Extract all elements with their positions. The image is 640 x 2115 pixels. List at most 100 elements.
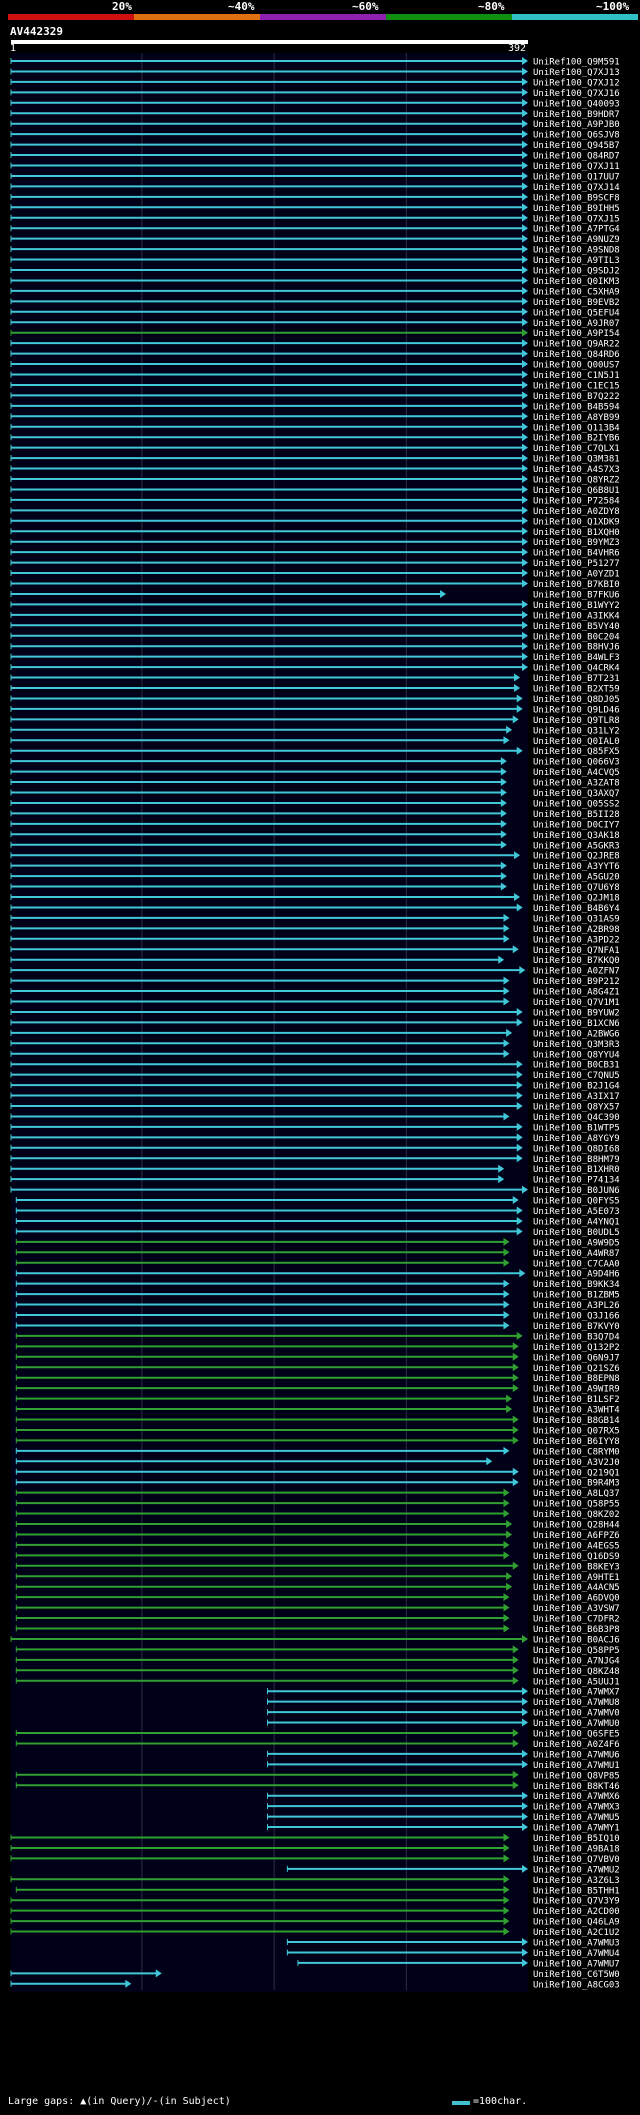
hit-label[interactable]: UniRef100_Q58PP5: [533, 1646, 620, 1656]
hit-label[interactable]: UniRef100_Q58P55: [533, 1500, 620, 1510]
hit-label[interactable]: UniRef100_A7WMU5: [533, 1813, 620, 1823]
hit-label[interactable]: UniRef100_B8KEY3: [533, 1562, 620, 1572]
hit-label[interactable]: UniRef100_C7CAA0: [533, 1259, 620, 1269]
hit-label[interactable]: UniRef100_Q8VP85: [533, 1771, 620, 1781]
hit-label[interactable]: UniRef100_Q17UU7: [533, 172, 620, 182]
hit-label[interactable]: UniRef100_B1ZBM5: [533, 1291, 620, 1301]
hit-label[interactable]: UniRef100_Q8YYU4: [533, 1050, 620, 1060]
hit-label[interactable]: UniRef100_A3ZAT8: [533, 779, 620, 789]
hit-label[interactable]: UniRef100_B9SCF8: [533, 193, 620, 203]
hit-label[interactable]: UniRef100_Q8DJ05: [533, 695, 620, 705]
hit-label[interactable]: UniRef100_Q113B4: [533, 423, 620, 433]
hit-label[interactable]: UniRef100_Q8YX57: [533, 1103, 620, 1113]
hit-label[interactable]: UniRef100_Q3M3R3: [533, 1040, 620, 1050]
hit-label[interactable]: UniRef100_A7WMU0: [533, 1719, 620, 1729]
hit-label[interactable]: UniRef100_A9PI54: [533, 329, 620, 339]
hit-label[interactable]: UniRef100_Q7XJ11: [533, 162, 620, 172]
hit-label[interactable]: UniRef100_B7T231: [533, 674, 620, 684]
hit-label[interactable]: UniRef100_A4YNQ1: [533, 1217, 620, 1227]
hit-label[interactable]: UniRef100_C7QNU5: [533, 1071, 620, 1081]
hit-label[interactable]: UniRef100_Q46LA9: [533, 1918, 620, 1928]
hit-label[interactable]: UniRef100_C5XHA9: [533, 287, 620, 297]
hit-label[interactable]: UniRef100_Q05SS2: [533, 799, 620, 809]
hit-label[interactable]: UniRef100_Q1XDK9: [533, 517, 620, 527]
hit-label[interactable]: UniRef100_A4EGS5: [533, 1541, 620, 1551]
hit-label[interactable]: UniRef100_A2C1U2: [533, 1928, 620, 1938]
hit-label[interactable]: UniRef100_A9BA18: [533, 1844, 620, 1854]
hit-label[interactable]: UniRef100_A7WMV0: [533, 1709, 620, 1719]
hit-label[interactable]: UniRef100_B7KKQ0: [533, 956, 620, 966]
hit-label[interactable]: UniRef100_Q4CRK4: [533, 664, 620, 674]
hit-label[interactable]: UniRef100_A5E073: [533, 1207, 620, 1217]
hit-label[interactable]: UniRef100_B7KVY0: [533, 1322, 620, 1332]
hit-label[interactable]: UniRef100_A5GU20: [533, 873, 620, 883]
hit-label[interactable]: UniRef100_Q7XJ16: [533, 89, 620, 99]
hit-label[interactable]: UniRef100_B8KT46: [533, 1782, 620, 1792]
hit-label[interactable]: UniRef100_Q219Q1: [533, 1468, 620, 1478]
hit-label[interactable]: UniRef100_Q16DS9: [533, 1552, 620, 1562]
hit-label[interactable]: UniRef100_C8RYM0: [533, 1447, 620, 1457]
hit-label[interactable]: UniRef100_Q9SDJ2: [533, 267, 620, 277]
hit-label[interactable]: UniRef100_C1EC15: [533, 381, 620, 391]
hit-label[interactable]: UniRef100_A9NUZ9: [533, 235, 620, 245]
hit-label[interactable]: UniRef100_Q9AR22: [533, 340, 620, 350]
hit-label[interactable]: UniRef100_A7WMU3: [533, 1939, 620, 1949]
hit-label[interactable]: UniRef100_A6DVQ0: [533, 1594, 620, 1604]
hit-label[interactable]: UniRef100_Q31AS9: [533, 914, 620, 924]
hit-label[interactable]: UniRef100_Q7XJ12: [533, 78, 620, 88]
hit-label[interactable]: UniRef100_B8HVJ6: [533, 643, 620, 653]
hit-label[interactable]: UniRef100_Q40093: [533, 99, 620, 109]
hit-label[interactable]: UniRef100_B1WYY2: [533, 601, 620, 611]
hit-label[interactable]: UniRef100_C6T5W0: [533, 1970, 620, 1980]
hit-label[interactable]: UniRef100_Q8KZ02: [533, 1510, 620, 1520]
hit-label[interactable]: UniRef100_A3PL26: [533, 1301, 620, 1311]
hit-label[interactable]: UniRef100_Q7U6Y8: [533, 883, 620, 893]
hit-label[interactable]: UniRef100_B4WLF3: [533, 653, 620, 663]
hit-label[interactable]: UniRef100_Q6N9J7: [533, 1353, 620, 1363]
hit-label[interactable]: UniRef100_A9W9D5: [533, 1238, 620, 1248]
hit-label[interactable]: UniRef100_Q7XJ13: [533, 68, 620, 78]
hit-label[interactable]: UniRef100_A7WMU1: [533, 1761, 620, 1771]
hit-label[interactable]: UniRef100_A7PTG4: [533, 225, 620, 235]
hit-label[interactable]: UniRef100_B1WTP5: [533, 1123, 620, 1133]
hit-label[interactable]: UniRef100_B1XQH0: [533, 528, 620, 538]
hit-label[interactable]: UniRef100_B5IQ10: [533, 1834, 620, 1844]
hit-label[interactable]: UniRef100_A7WMX3: [533, 1803, 620, 1813]
hit-label[interactable]: UniRef100_A9PJB0: [533, 120, 620, 130]
hit-label[interactable]: UniRef100_B0C204: [533, 632, 620, 642]
hit-label[interactable]: UniRef100_A7WMX6: [533, 1792, 620, 1802]
hit-label[interactable]: UniRef100_Q0IKM3: [533, 277, 620, 287]
hit-label[interactable]: UniRef100_B9KK34: [533, 1280, 620, 1290]
hit-label[interactable]: UniRef100_Q8YRZ2: [533, 476, 620, 486]
hit-label[interactable]: UniRef100_B9HDR7: [533, 110, 620, 120]
hit-label[interactable]: UniRef100_B3Q7D4: [533, 1332, 620, 1342]
hit-label[interactable]: UniRef100_A3YYT6: [533, 862, 620, 872]
hit-label[interactable]: UniRef100_B6B3P8: [533, 1625, 620, 1635]
hit-label[interactable]: UniRef100_C7QLX1: [533, 444, 620, 454]
hit-label[interactable]: UniRef100_Q8KZ48: [533, 1667, 620, 1677]
hit-label[interactable]: UniRef100_A7NJG4: [533, 1656, 620, 1666]
hit-label[interactable]: UniRef100_Q00US7: [533, 361, 620, 371]
hit-label[interactable]: UniRef100_B7FKU6: [533, 590, 620, 600]
hit-label[interactable]: UniRef100_A7WMU8: [533, 1698, 620, 1708]
hit-label[interactable]: UniRef100_C7DFR2: [533, 1615, 620, 1625]
hit-label[interactable]: UniRef100_B9YUW2: [533, 1008, 620, 1018]
hit-label[interactable]: UniRef100_A4CVQ5: [533, 768, 620, 778]
hit-label[interactable]: UniRef100_A2CD00: [533, 1907, 620, 1917]
hit-label[interactable]: UniRef100_Q7NFA1: [533, 946, 620, 956]
hit-label[interactable]: UniRef100_Q85FX5: [533, 747, 620, 757]
hit-label[interactable]: UniRef100_Q9TLR8: [533, 716, 620, 726]
hit-label[interactable]: UniRef100_P74134: [533, 1176, 620, 1186]
hit-label[interactable]: UniRef100_B2XT59: [533, 685, 620, 695]
hit-label[interactable]: UniRef100_A3V2J0: [533, 1458, 620, 1468]
hit-label[interactable]: UniRef100_B9IHH5: [533, 204, 620, 214]
hit-label[interactable]: UniRef100_A7WMU6: [533, 1750, 620, 1760]
hit-label[interactable]: UniRef100_B4B6Y4: [533, 904, 620, 914]
hit-label[interactable]: UniRef100_A2BWG6: [533, 1029, 620, 1039]
hit-label[interactable]: UniRef100_B2J1G4: [533, 1082, 620, 1092]
hit-label[interactable]: UniRef100_A9JR07: [533, 319, 620, 329]
hit-label[interactable]: UniRef100_Q9M591: [533, 58, 620, 68]
hit-label[interactable]: UniRef100_A9HTE1: [533, 1573, 620, 1583]
hit-label[interactable]: UniRef100_B1XHR0: [533, 1165, 620, 1175]
hit-label[interactable]: UniRef100_Q28H44: [533, 1521, 620, 1531]
